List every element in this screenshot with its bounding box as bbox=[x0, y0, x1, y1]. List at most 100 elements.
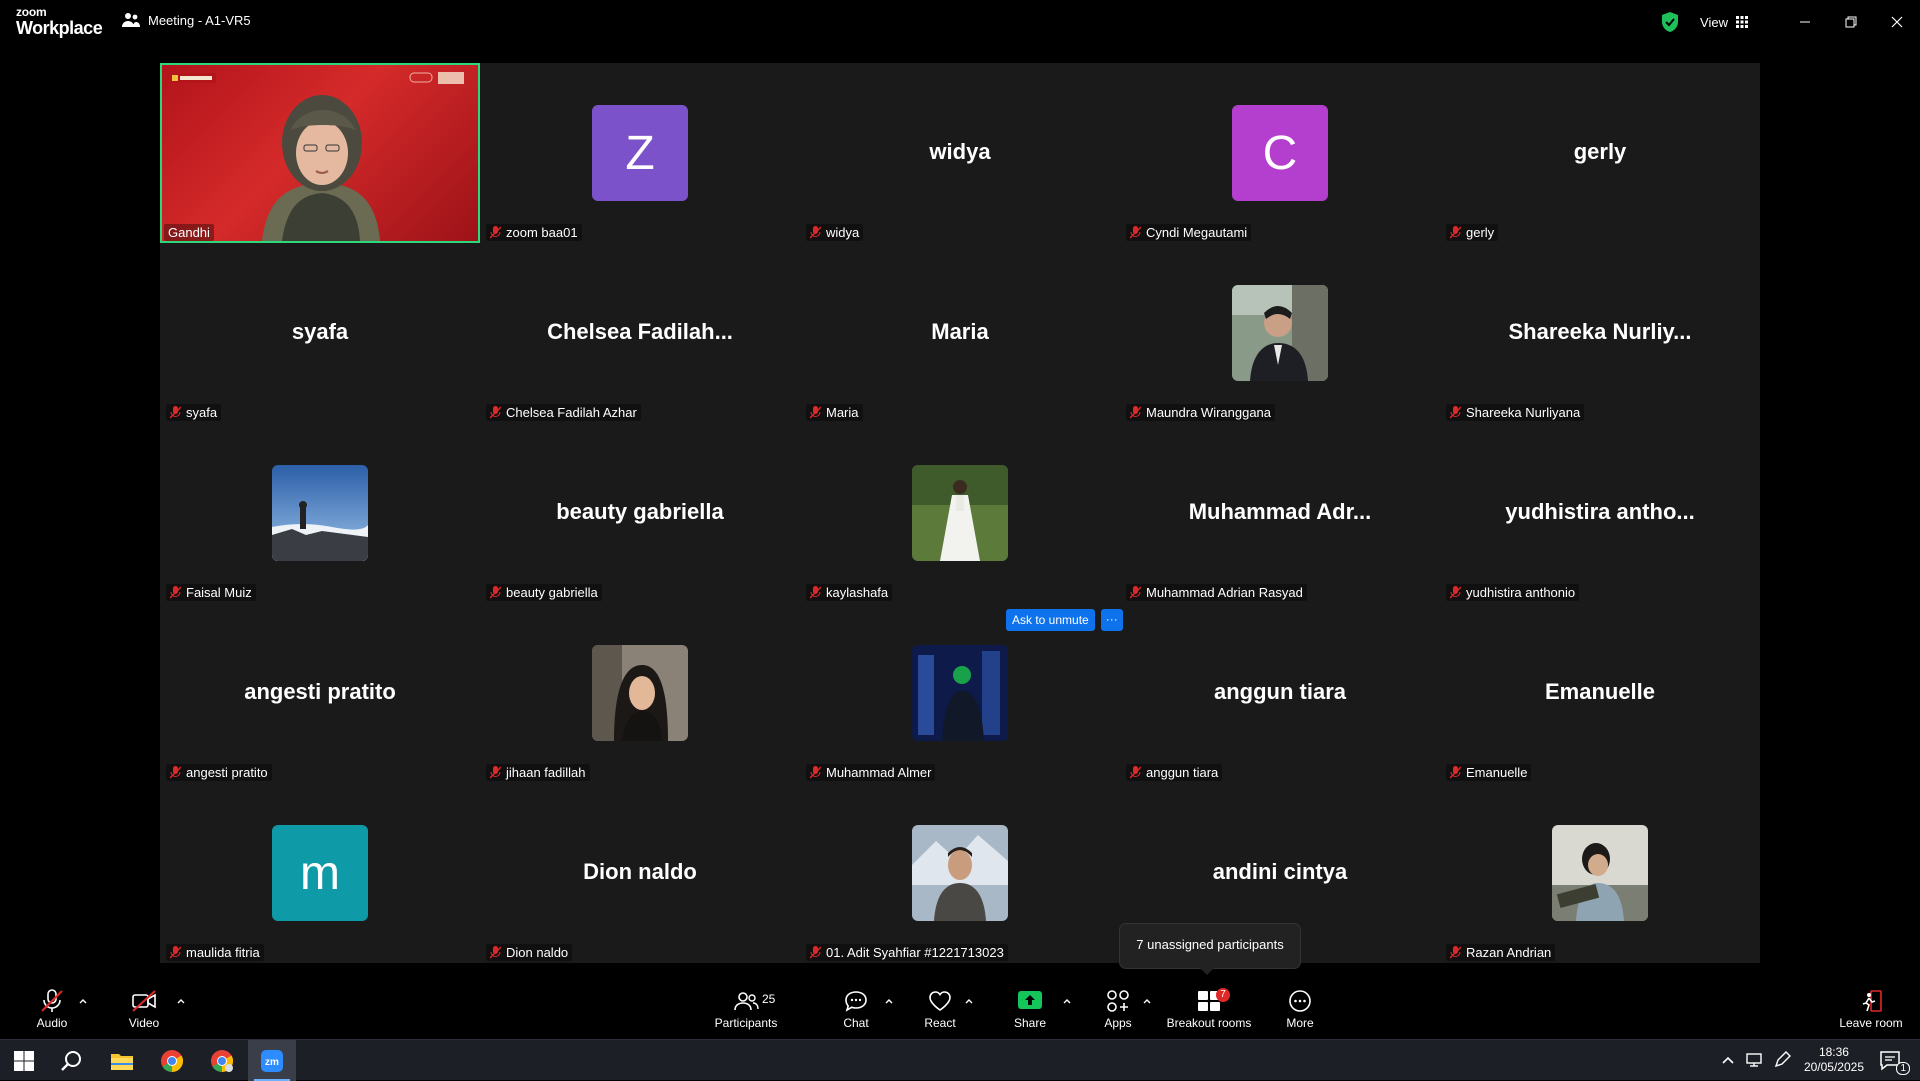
participant-name-label: angesti pratito bbox=[166, 764, 272, 781]
chevron-up-icon[interactable] bbox=[1718, 1050, 1738, 1070]
participant-tile[interactable]: jihaan fadillah bbox=[480, 603, 800, 783]
participant-tile[interactable]: Shareeka Nurliy... Shareeka Nurliyana bbox=[1440, 243, 1760, 423]
participant-tile[interactable]: m maulida fitria bbox=[160, 783, 480, 963]
network-icon[interactable] bbox=[1744, 1050, 1764, 1070]
leave-room-button[interactable]: Leave room bbox=[1836, 980, 1906, 1039]
meeting-title[interactable]: Meeting - A1-VR5 bbox=[122, 12, 251, 28]
mic-muted-icon bbox=[490, 766, 501, 779]
mic-muted-icon bbox=[170, 766, 181, 779]
mic-muted-icon bbox=[1130, 406, 1141, 419]
minimize-icon bbox=[1800, 21, 1810, 23]
zoom-app-icon: zm bbox=[261, 1049, 283, 1072]
mic-muted-icon bbox=[490, 586, 501, 599]
pen-icon[interactable] bbox=[1772, 1050, 1792, 1070]
participant-tile[interactable]: anggun tiara anggun tiara bbox=[1120, 603, 1440, 783]
minimize-button[interactable] bbox=[1782, 0, 1828, 44]
participant-tile[interactable]: Razan Andrian bbox=[1440, 783, 1760, 963]
start-button[interactable] bbox=[0, 1040, 48, 1081]
leave-room-icon bbox=[1862, 990, 1882, 1012]
participant-tile[interactable]: Maundra Wiranggana bbox=[1120, 243, 1440, 423]
participant-tile-speaker[interactable]: Gandhi bbox=[160, 63, 480, 243]
participant-name-label: Faisal Muiz bbox=[166, 584, 256, 601]
chrome-icon bbox=[161, 1049, 183, 1072]
tile-more-options-button[interactable]: ··· bbox=[1100, 609, 1123, 631]
file-explorer-button[interactable] bbox=[98, 1040, 146, 1081]
audio-button[interactable]: Audio bbox=[30, 980, 74, 1039]
system-clock[interactable]: 18:36 20/05/2025 bbox=[1804, 1045, 1864, 1075]
participant-tile[interactable]: Muhammad Adr... Muhammad Adrian Rasyad bbox=[1120, 423, 1440, 603]
mic-muted-icon bbox=[1450, 946, 1461, 959]
participant-tile[interactable]: angesti pratito angesti pratito bbox=[160, 603, 480, 783]
breakout-rooms-badge: 7 bbox=[1216, 988, 1230, 1002]
react-button[interactable]: React bbox=[918, 980, 962, 1039]
mic-muted-icon bbox=[170, 946, 181, 959]
participant-tile[interactable]: Faisal Muiz bbox=[160, 423, 480, 603]
participant-name-label: yudhistira anthonio bbox=[1446, 584, 1580, 601]
participant-tile[interactable]: Emanuelle Emanuelle bbox=[1440, 603, 1760, 783]
apps-label: Apps bbox=[1104, 1016, 1132, 1030]
more-button[interactable]: More bbox=[1278, 980, 1322, 1039]
participant-tile[interactable]: 01. Adit Syahfiar #1221713023 bbox=[800, 783, 1120, 963]
zoom-taskbar-button[interactable]: zm bbox=[248, 1040, 296, 1081]
encryption-shield-icon[interactable] bbox=[1660, 11, 1680, 33]
participant-tile[interactable]: widya widya bbox=[800, 63, 1120, 243]
chevron-up-icon[interactable] bbox=[964, 996, 974, 1006]
chevron-up-icon[interactable] bbox=[884, 996, 894, 1006]
participant-tile[interactable]: gerly gerly bbox=[1440, 63, 1760, 243]
mic-muted-icon bbox=[810, 586, 821, 599]
chevron-up-icon[interactable] bbox=[1142, 996, 1152, 1006]
participant-tile[interactable]: yudhistira antho... yudhistira anthonio bbox=[1440, 423, 1760, 603]
participant-name-label: kaylashafa bbox=[806, 584, 893, 601]
avatar-photo bbox=[272, 465, 368, 561]
participant-display-name: yudhistira antho... bbox=[1505, 499, 1695, 524]
participant-tile[interactable]: Dion naldo Dion naldo bbox=[480, 783, 800, 963]
windows-taskbar: zm 18:36 20/05/2025 1 bbox=[0, 1039, 1920, 1081]
breakout-rooms-button[interactable]: Breakout rooms bbox=[1164, 980, 1254, 1039]
search-button[interactable] bbox=[48, 1040, 96, 1081]
participant-tile[interactable]: kaylashafa bbox=[800, 423, 1120, 603]
chevron-up-icon[interactable] bbox=[78, 996, 88, 1006]
participant-tile[interactable]: Chelsea Fadilah... Chelsea Fadilah Azhar bbox=[480, 243, 800, 423]
participant-tile[interactable]: C Cyndi Megautami bbox=[1120, 63, 1440, 243]
apps-icon bbox=[1107, 990, 1129, 1012]
react-label: React bbox=[924, 1016, 956, 1030]
participant-name-label: beauty gabriella bbox=[486, 584, 602, 601]
folder-icon bbox=[111, 1053, 133, 1070]
mic-muted-icon bbox=[490, 406, 501, 419]
ask-to-unmute-button[interactable]: Ask to unmute bbox=[1006, 609, 1095, 631]
participant-tile[interactable]: Z zoom baa01 bbox=[480, 63, 800, 243]
share-button[interactable]: Share bbox=[1008, 980, 1052, 1039]
participant-name-label: Shareeka Nurliyana bbox=[1446, 404, 1585, 421]
chat-button[interactable]: Chat bbox=[834, 980, 878, 1039]
apps-button[interactable]: Apps bbox=[1096, 980, 1140, 1039]
chrome-button[interactable] bbox=[148, 1040, 196, 1081]
restore-button[interactable] bbox=[1828, 0, 1874, 44]
audio-label: Audio bbox=[36, 1016, 68, 1030]
participant-tile[interactable]: beauty gabriella beauty gabriella bbox=[480, 423, 800, 603]
share-screen-icon bbox=[1018, 991, 1042, 1009]
close-button[interactable] bbox=[1874, 0, 1920, 44]
chevron-up-icon[interactable] bbox=[176, 996, 186, 1006]
mic-muted-icon bbox=[490, 946, 501, 959]
chevron-up-icon[interactable] bbox=[1062, 996, 1072, 1006]
svg-text:zm: zm bbox=[265, 1057, 279, 1068]
mic-muted-icon bbox=[810, 406, 821, 419]
participant-name-label: Cyndi Megautami bbox=[1126, 224, 1252, 241]
participant-display-name: Shareeka Nurliy... bbox=[1508, 319, 1692, 344]
chrome-profile-button[interactable] bbox=[198, 1040, 246, 1081]
participant-name-label: Emanuelle bbox=[1446, 764, 1532, 781]
avatar-photo bbox=[592, 645, 688, 741]
view-button[interactable]: View bbox=[1700, 15, 1748, 30]
unassigned-participants-tooltip: 7 unassigned participants bbox=[1120, 924, 1300, 975]
leave-room-label: Leave room bbox=[1839, 1016, 1903, 1030]
participant-tile[interactable]: Maria Maria bbox=[800, 243, 1120, 423]
mic-muted-icon bbox=[170, 586, 181, 599]
participant-name-label: Muhammad Adrian Rasyad bbox=[1126, 584, 1307, 601]
avatar: m bbox=[272, 825, 368, 921]
avatar-photo bbox=[912, 825, 1008, 921]
video-button[interactable]: Video bbox=[122, 980, 166, 1039]
video-off-icon bbox=[132, 990, 156, 1012]
mic-muted-icon bbox=[1130, 226, 1141, 239]
participant-tile[interactable]: syafa syafa bbox=[160, 243, 480, 423]
participants-button[interactable]: Participants bbox=[712, 980, 780, 1039]
